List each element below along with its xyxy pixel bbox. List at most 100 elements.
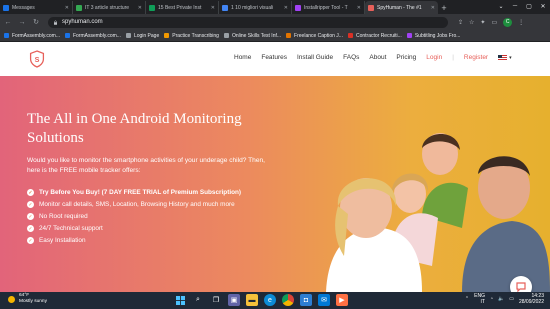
star-icon[interactable]: ☆ [469, 19, 474, 26]
tab-article[interactable]: IT 3 article structure ✕ [73, 1, 146, 14]
close-window-icon[interactable]: ✕ [536, 0, 550, 12]
feature-item: ✓ No Root required [27, 212, 272, 222]
bookmark-label: Contractor Recruiti... [355, 32, 402, 39]
close-icon[interactable]: ✕ [284, 5, 288, 11]
check-icon: ✓ [27, 237, 34, 244]
tab-installripper[interactable]: Installripper Tool - T ✕ [292, 1, 365, 14]
bookmark-item[interactable]: Freelance Caption J... [286, 33, 343, 39]
hero-intro: Would you like to monitor the smartphone… [27, 157, 265, 174]
edge-icon[interactable]: e [264, 294, 276, 306]
language-indicator[interactable]: ENG IT [474, 293, 485, 305]
volume-icon[interactable]: 🔈 [498, 296, 504, 302]
weather-widget[interactable]: 64°F Mostly sunny [8, 293, 47, 305]
bookmark-item[interactable]: Practice Transcribing [164, 33, 219, 39]
feature-item: ✓ 24/7 Technical support [27, 224, 272, 234]
feature-text: Try Before You Buy! (7 DAY FREE TRIAL of… [39, 189, 242, 196]
hero-title: The All in One Android Monitoring Soluti… [27, 111, 242, 146]
login-link[interactable]: Login [426, 54, 442, 61]
maximize-icon[interactable]: ▢ [522, 0, 536, 12]
forward-icon[interactable]: → [16, 16, 28, 28]
bookmark-item[interactable]: Subtitling Jobs Fro... [406, 32, 461, 39]
wifi-icon[interactable]: ◔ [490, 296, 493, 302]
tab-favicon [222, 4, 228, 11]
tab-favicon [368, 4, 374, 11]
hero-section: The All in One Android Monitoring Soluti… [0, 76, 550, 292]
taskbar-apps: ⌕ ❐ ▣ ▬ e ◘ ✉ ▶ [174, 294, 348, 306]
close-icon[interactable]: ✕ [65, 5, 69, 11]
family-photo [326, 133, 550, 292]
register-link[interactable]: Register [464, 54, 488, 61]
us-flag-icon [498, 54, 508, 61]
bookmark-favicon [286, 33, 292, 38]
media-icon[interactable]: ▶ [336, 294, 348, 306]
chrome-icon[interactable] [282, 294, 294, 306]
nav-pricing[interactable]: Pricing [396, 54, 416, 61]
spyhuman-logo[interactable]: S [29, 50, 45, 68]
tab-messages[interactable]: Messages ✕ [0, 1, 73, 14]
tab-title: SpyHuman - The #1 [377, 4, 422, 11]
back-icon[interactable]: ← [2, 16, 14, 28]
window-controls: ⌄ ─ ▢ ✕ [494, 0, 550, 12]
clock[interactable]: 14:23 28/09/2022 [519, 293, 544, 305]
nav-install-guide[interactable]: Install Guide [297, 54, 333, 61]
search-icon[interactable]: ⌕ [192, 294, 204, 306]
chevron-up-icon[interactable]: ⌃ [465, 296, 469, 302]
nav-about[interactable]: About [369, 54, 386, 61]
share-icon[interactable]: ⇪ [458, 19, 463, 26]
menu-icon[interactable]: ⋮ [518, 19, 524, 26]
nav-home[interactable]: Home [234, 54, 251, 61]
feature-text: No Root required [39, 213, 88, 220]
new-tab-button[interactable]: + [438, 1, 450, 14]
chat-bubble-icon [516, 282, 526, 292]
check-icon: ✓ [27, 189, 34, 196]
minimize-icon[interactable]: ─ [508, 0, 522, 12]
teams-chat-icon[interactable]: ▣ [228, 294, 240, 306]
bookmark-label: Subtitling Jobs Fro... [414, 32, 461, 39]
check-icon: ✓ [27, 201, 34, 208]
tab-title: IT 3 article structure [85, 4, 130, 11]
feature-text: Monitor call details, SMS, Location, Bro… [39, 201, 235, 208]
extensions-icon[interactable]: ✦ [480, 19, 485, 26]
chevron-down-icon[interactable]: ⌄ [494, 0, 508, 12]
chat-widget-button[interactable] [510, 276, 532, 292]
close-icon[interactable]: ✕ [211, 5, 215, 11]
sidebar-icon[interactable]: ▭ [491, 19, 497, 26]
store-icon[interactable]: ◘ [300, 294, 312, 306]
chevron-down-icon: ▾ [509, 54, 512, 61]
bookmark-item[interactable]: Contractor Recruiti... [347, 32, 402, 39]
mail-icon[interactable]: ✉ [318, 294, 330, 306]
bookmark-label: FormAssembly.com... [12, 32, 60, 39]
file-explorer-icon[interactable]: ▬ [246, 294, 258, 306]
close-icon[interactable]: ✕ [138, 5, 142, 11]
bookmark-favicon [64, 33, 70, 38]
battery-icon[interactable]: ▭ [509, 296, 514, 302]
bookmark-item[interactable]: Login Page [125, 33, 159, 39]
bookmark-favicon [406, 33, 412, 38]
taskbar: 64°F Mostly sunny ⌕ ❐ ▣ ▬ e ◘ ✉ ▶ ⌃ ENG IT… [0, 292, 550, 309]
close-icon[interactable]: ✕ [431, 5, 435, 11]
tab-migliori[interactable]: 1 10 migliori visuali ✕ [219, 1, 292, 14]
nav-faqs[interactable]: FAQs [343, 54, 359, 61]
bookmark-item[interactable]: FormAssembly.com... [4, 33, 60, 39]
bookmark-label: FormAssembly.com... [72, 32, 121, 39]
profile-avatar[interactable]: C [503, 17, 513, 27]
feature-item: ✓ Easy Installation [27, 236, 272, 246]
tab-strip: Messages ✕ IT 3 article structure ✕ 15 Bes… [0, 0, 550, 14]
system-tray: ⌃ ENG IT ◔ 🔈 ▭ 14:23 28/09/2022 [465, 293, 544, 305]
task-view-icon[interactable]: ❐ [210, 294, 222, 306]
address-bar[interactable]: spyhuman.com [48, 16, 448, 28]
language-selector[interactable]: ▾ [498, 54, 512, 61]
bookmark-favicon [164, 33, 170, 38]
tab-best-private[interactable]: 15 Best Private Inst ✕ [146, 1, 219, 14]
start-icon[interactable] [174, 294, 186, 306]
tab-spyhuman[interactable]: SpyHuman - The #1 ✕ [365, 1, 438, 14]
bookmark-favicon [347, 33, 353, 38]
bookmark-item[interactable]: FormAssembly.com... [64, 32, 121, 39]
close-icon[interactable]: ✕ [357, 5, 361, 11]
web-page: S Home Features Install Guide FAQs About… [0, 42, 550, 292]
bookmark-item[interactable]: Online Skills Test Inf... [223, 33, 281, 39]
nav-features[interactable]: Features [261, 54, 287, 61]
tab-favicon [149, 4, 155, 11]
reload-icon[interactable]: ↻ [30, 16, 42, 28]
tab-favicon [76, 4, 82, 11]
